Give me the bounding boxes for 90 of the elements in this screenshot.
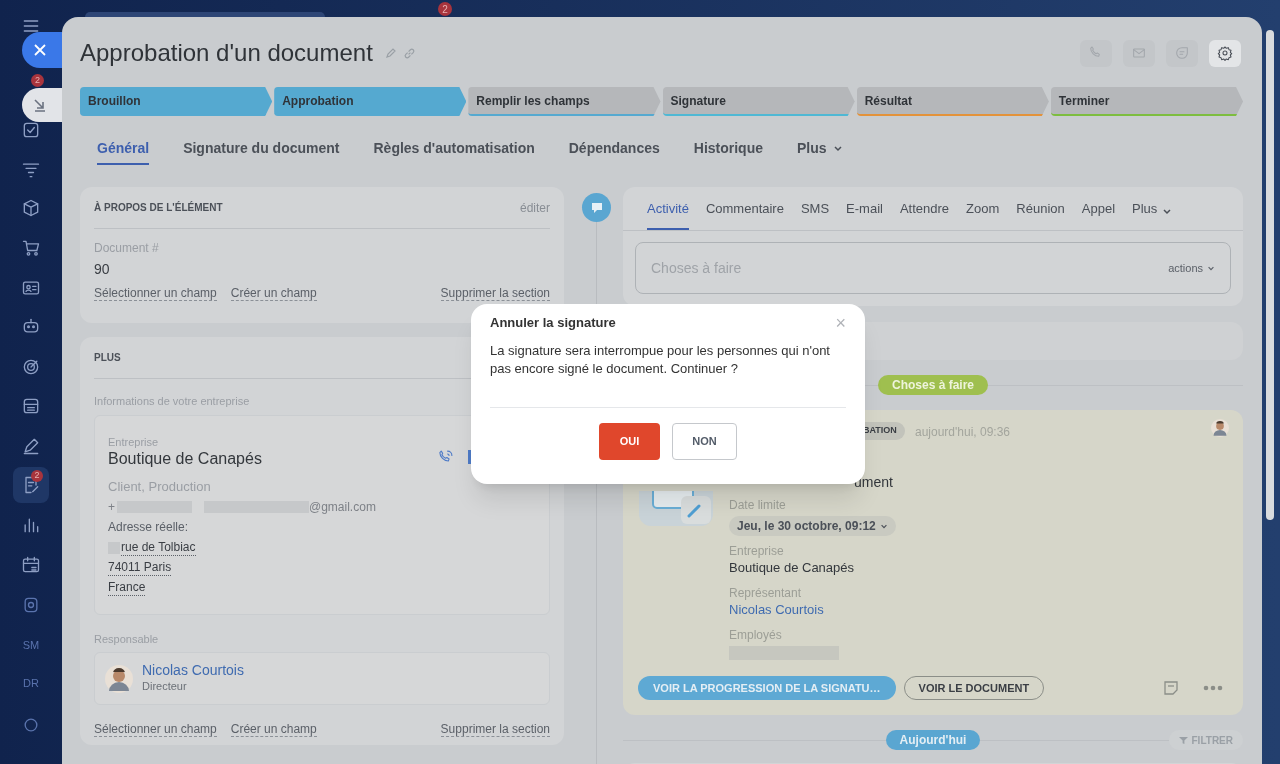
activity-tab[interactable]: Zoom [966, 188, 1000, 230]
arrow-down-right-icon [32, 97, 48, 113]
email-suffix: @gmail.com [309, 499, 376, 516]
card-link[interactable]: Créer un champ [230, 722, 317, 737]
avatar [105, 664, 133, 693]
stage-step[interactable]: Approbation [274, 87, 467, 116]
avatar [1211, 419, 1229, 437]
calendar-icon[interactable] [21, 555, 41, 575]
address-line[interactable]: 74011 Paris [108, 560, 172, 576]
dialog-message: La signature sera interrompue pour les personnes qui n'ont pas encore signé le document. Continuer ? [490, 342, 831, 378]
collapse-badge: 2 [31, 74, 44, 87]
field-label: Responsable [94, 631, 160, 647]
stage-step[interactable]: Terminer [1050, 87, 1244, 116]
field-label: Entreprise [729, 544, 785, 558]
close-button[interactable] [22, 32, 62, 68]
notification-badge: 2 [438, 2, 452, 16]
address-line[interactable]: rue de Tolbiac [121, 540, 196, 556]
activity-tab[interactable]: Plus [1132, 188, 1173, 230]
field-label: Document # [94, 240, 160, 257]
robot-icon[interactable] [21, 316, 41, 336]
field-label: Entreprise [108, 435, 160, 449]
card-link[interactable]: Supprimer la section [440, 722, 550, 737]
field-label: Date limite [729, 498, 787, 512]
sidebar-item[interactable]: DR [23, 674, 39, 692]
section-title: PLUS [94, 351, 121, 365]
comment-icon [582, 193, 611, 222]
actions-dropdown[interactable]: actions [1168, 259, 1215, 277]
tab[interactable]: Général [97, 133, 150, 165]
chevron-down-icon [832, 143, 843, 153]
activity-tab[interactable]: Commentaire [705, 188, 784, 230]
stage-step[interactable]: Brouillon [80, 87, 273, 116]
activity-tab[interactable]: Attendre [899, 188, 950, 230]
tab[interactable]: Signature du document [183, 133, 340, 165]
tab[interactable]: Historique [693, 133, 763, 165]
box-icon[interactable] [21, 198, 41, 218]
close-icon [34, 44, 46, 56]
activity-tab[interactable]: Réunion [1016, 188, 1065, 230]
field-value: Boutique de Canapés [729, 559, 856, 577]
person-link[interactable]: Nicolas Courtois [729, 600, 896, 620]
target-icon[interactable] [21, 357, 41, 377]
person-link[interactable]: Nicolas Courtois [142, 662, 244, 679]
tab[interactable]: Dépendances [568, 133, 660, 165]
activity-tab[interactable]: Appel [1081, 188, 1116, 230]
settings-icon [1217, 45, 1233, 61]
stage-step[interactable]: Remplir les champs [468, 87, 661, 116]
activity-title: ument [854, 473, 893, 492]
checkbox-icon[interactable] [21, 120, 41, 140]
document-edit-icon [639, 491, 713, 526]
section-title: À PROPOS DE L'ÉLÉMENT [94, 200, 223, 215]
blurred-number [108, 542, 120, 554]
activity-tab[interactable]: Activité [647, 188, 689, 230]
card-link[interactable]: Supprimer la section [440, 286, 550, 301]
stage-step[interactable]: Résultat [856, 87, 1049, 116]
page-title: Approbation d'un document [80, 38, 373, 68]
confirm-button[interactable]: OUI [599, 423, 660, 460]
activity-tab[interactable]: E-mail [846, 188, 883, 230]
person-role: Directeur [142, 679, 188, 695]
address-line[interactable]: France [108, 580, 146, 596]
company-type: Client, Production [108, 477, 212, 496]
deadline-dropdown[interactable]: Jeu, le 30 octobre, 09:12 [729, 516, 896, 536]
settings-button[interactable] [1209, 39, 1241, 67]
cart-icon[interactable] [21, 238, 41, 258]
card-link[interactable]: Créer un champ [230, 286, 317, 301]
tab[interactable]: Règles d'automatisation [373, 133, 535, 165]
field-label: Employés [729, 628, 783, 642]
phone-prefix: + [108, 499, 115, 516]
funnel-icon [1178, 735, 1188, 745]
address-label: Adresse réelle: [108, 519, 190, 536]
todo-pill: Choses à faire [877, 375, 988, 395]
building-icon[interactable] [21, 396, 41, 416]
chevron-down-icon [1207, 264, 1215, 272]
collapse-button[interactable] [22, 88, 62, 122]
field-label: Représentant [729, 586, 803, 600]
pen-icon[interactable] [21, 436, 41, 456]
chevron-down-icon [879, 522, 888, 530]
card-link[interactable]: Sélectionner un champ [94, 286, 217, 301]
mail-icon [1131, 45, 1147, 61]
chevron-down-icon [1162, 206, 1173, 216]
company-name: Boutique de Canapés [108, 448, 262, 469]
tab[interactable]: Plus [797, 133, 843, 165]
cancel-button[interactable]: NON [672, 423, 737, 460]
scrollbar[interactable] [1266, 30, 1274, 520]
activity-tab[interactable]: SMS [800, 188, 830, 230]
chat-icon [1174, 45, 1190, 61]
card-link[interactable]: Sélectionner un champ [94, 722, 217, 737]
field-value: 90 [94, 260, 111, 279]
dialog-title: Annuler la signature [490, 314, 616, 333]
stage-step[interactable]: Signature [662, 87, 855, 116]
today-pill: Aujourd'hui [885, 730, 981, 750]
sidebar-item[interactable]: SM [22, 636, 40, 654]
